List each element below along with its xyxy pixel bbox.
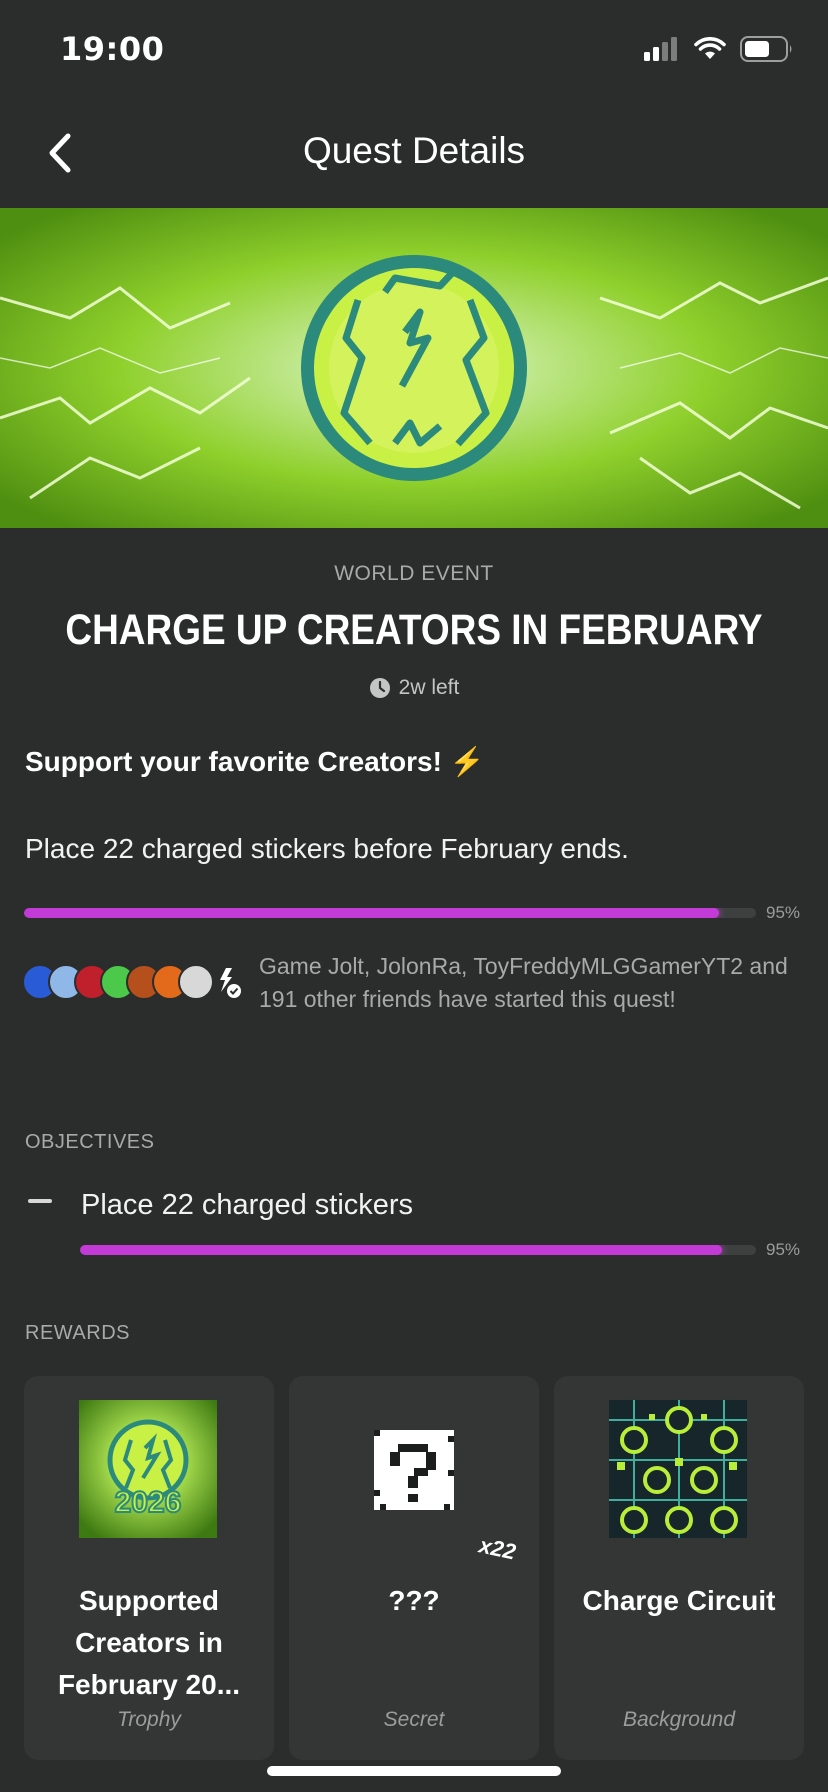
wifi-icon — [694, 37, 726, 65]
rewards-list: 2026 Supported Creators in February 20..… — [24, 1376, 804, 1760]
page-title: Quest Details — [302, 130, 526, 171]
status-bar: 19:00 — [0, 0, 828, 100]
progress-percent: 95% — [766, 903, 801, 922]
progress-fill — [24, 908, 720, 918]
reward-name: ??? — [388, 1585, 440, 1616]
progress-track — [80, 1245, 756, 1255]
reward-card-secret[interactable]: x22 ??? Secret — [289, 1376, 539, 1760]
mystery-sticker-icon — [344, 1400, 482, 1538]
objective-label: Place 22 charged stickers — [81, 1189, 414, 1221]
nav-bar: Quest Details — [0, 100, 828, 208]
quest-progress: 95% — [24, 903, 800, 923]
reward-name: Supported Creators in February 20... — [57, 1585, 241, 1700]
clock-icon — [369, 678, 390, 698]
reward-name: Charge Circuit — [582, 1585, 776, 1616]
friends-text: Game Jolt, JolonRa, ToyFreddyMLGGamerYT2… — [259, 953, 788, 1012]
progress-percent: 95% — [766, 1240, 801, 1259]
quest-title: CHARGE UP CREATORS IN FEBRUARY — [65, 606, 763, 654]
quest-subtitle: Support your favorite Creators! ⚡ — [25, 746, 485, 777]
objective-progress: 95% — [80, 1240, 800, 1260]
reward-kind: Background — [622, 1708, 736, 1731]
gamejolt-logo-icon — [212, 968, 246, 1004]
reward-kind: Secret — [383, 1708, 445, 1731]
time-left: 2w left — [0, 676, 828, 700]
reward-multiplier: x22 — [476, 1532, 519, 1565]
status-icons — [644, 36, 794, 66]
time-left-text: 2w left — [398, 676, 460, 699]
circuit-background-image — [609, 1400, 747, 1538]
avatar — [178, 964, 214, 1000]
progress-track — [24, 908, 756, 918]
reward-card-trophy[interactable]: 2026 Supported Creators in February 20..… — [24, 1376, 274, 1760]
progress-fill — [80, 1245, 723, 1255]
reward-card-background[interactable]: Charge Circuit Background — [554, 1376, 804, 1760]
signal-icon — [644, 37, 680, 65]
battery-icon — [740, 36, 794, 66]
reward-kind: Trophy — [117, 1708, 181, 1731]
friends-started[interactable]: Game Jolt, JolonRa, ToyFreddyMLGGamerYT2… — [22, 950, 812, 1014]
trophy-image: 2026 — [79, 1400, 217, 1538]
objectives-heading: OBJECTIVES — [25, 1131, 155, 1153]
rewards-heading: REWARDS — [25, 1322, 130, 1344]
quest-description: Place 22 charged stickers before Februar… — [25, 833, 629, 864]
event-type-label: WORLD EVENT — [334, 562, 494, 585]
home-indicator[interactable] — [267, 1766, 561, 1776]
quest-banner — [0, 208, 828, 528]
objective-status-icon — [28, 1199, 52, 1203]
status-time: 19:00 — [60, 30, 165, 68]
trophy-year-text: 2026 — [115, 1486, 182, 1519]
